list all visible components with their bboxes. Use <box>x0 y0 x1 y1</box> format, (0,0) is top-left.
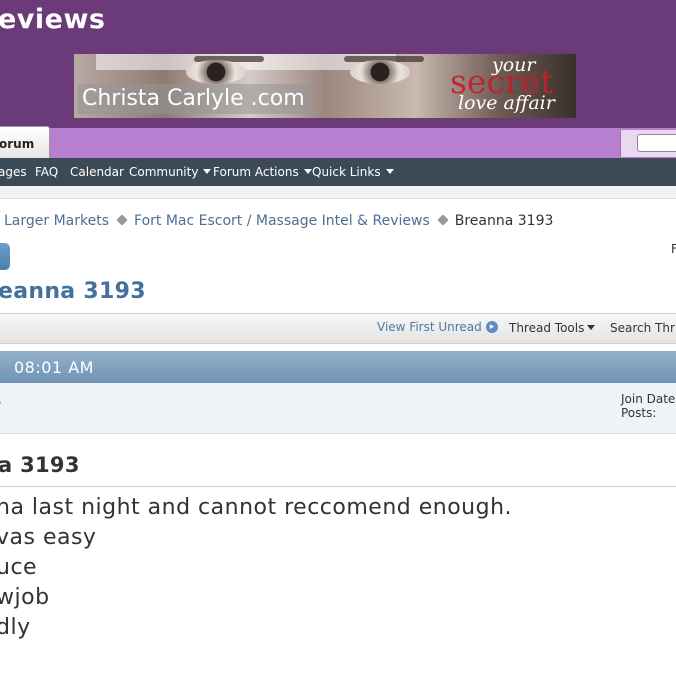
breadcrumb-separator-icon <box>437 214 449 226</box>
nav-item-quick-links[interactable]: Quick Links <box>312 165 394 179</box>
nav-item-label: Quick Links <box>312 165 381 179</box>
chevron-down-icon <box>203 169 212 174</box>
view-first-unread-link[interactable]: View First Unread <box>377 320 482 334</box>
post-body-line: vas easy <box>0 525 97 550</box>
post-title: a 3193 <box>0 453 80 477</box>
post-body-line: uce <box>0 555 38 580</box>
nav-item-forum-actions[interactable]: Forum Actions <box>213 165 312 179</box>
post-body-line: wjob <box>0 585 50 610</box>
banner-eye-left <box>186 60 246 84</box>
banner-script-your: your <box>492 54 536 76</box>
chevron-down-icon <box>303 169 312 174</box>
banner-script-love-affair: love affair <box>458 92 555 114</box>
nav-item-calendar[interactable]: Calendar <box>70 165 124 179</box>
search-input[interactable] <box>637 134 676 152</box>
nav-item-faq[interactable]: FAQ <box>35 165 58 179</box>
post-divider <box>0 486 676 487</box>
thread-tools-menu[interactable]: Thread Tools <box>509 321 596 335</box>
nav-item-label: FAQ <box>35 165 59 179</box>
join-date-label: Join Date <box>621 392 676 406</box>
advertisement-banner[interactable]: Christa Carlyle .com secret your love af… <box>74 54 576 118</box>
post-body-line: dly <box>0 615 31 640</box>
post-timestamp: 08:01 AM <box>14 358 94 377</box>
chevron-down-icon <box>385 169 394 174</box>
subnav-strip <box>0 186 676 199</box>
posts-label: Posts: <box>621 406 657 420</box>
search-thread-menu[interactable]: Search Thr <box>610 321 675 335</box>
post-header <box>0 351 676 383</box>
banner-eye-right <box>350 60 410 84</box>
nav-item-label: ages <box>0 165 27 179</box>
tab-forum[interactable]: orum <box>0 126 50 158</box>
chevron-down-icon <box>587 325 596 330</box>
breadcrumb-link-fort-mac[interactable]: Fort Mac Escort / Massage Intel & Review… <box>134 213 430 229</box>
thread-tools-label: Thread Tools <box>509 321 585 335</box>
nav-item-label: Calendar <box>70 165 124 179</box>
nav-item-community[interactable]: Community <box>129 165 212 179</box>
nav-item-label: Forum Actions <box>213 165 299 179</box>
user-marker: · <box>0 396 2 410</box>
breadcrumb-current: Breanna 3193 <box>454 213 554 229</box>
nav-item-pages[interactable]: ages <box>0 165 27 179</box>
breadcrumb: Larger Markets Fort Mac Escort / Massage … <box>4 212 553 230</box>
arrow-right-icon[interactable]: ▸ <box>486 321 498 333</box>
tab-bar <box>0 128 676 159</box>
breadcrumb-separator-icon <box>116 214 128 226</box>
clipped-text: F <box>671 242 676 256</box>
nav-item-label: Community <box>129 165 199 179</box>
site-title[interactable]: eviews <box>0 4 106 35</box>
breadcrumb-link-larger-markets[interactable]: Larger Markets <box>4 213 109 229</box>
reply-button[interactable] <box>0 243 10 270</box>
post-userinfo <box>0 383 676 434</box>
thread-title[interactable]: eanna 3193 <box>0 279 146 304</box>
post-body-line: na last night and cannot reccomend enoug… <box>0 495 512 520</box>
banner-text: Christa Carlyle .com <box>78 84 309 114</box>
search-area <box>620 130 676 157</box>
